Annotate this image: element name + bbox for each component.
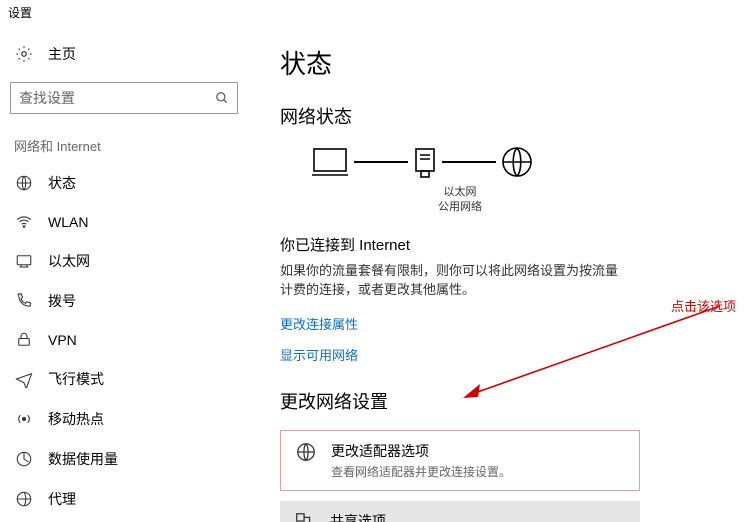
diagram-line bbox=[354, 161, 408, 163]
hotspot-icon bbox=[14, 410, 34, 428]
search-input[interactable] bbox=[19, 90, 215, 106]
nav-label: 状态 bbox=[48, 173, 76, 193]
connected-desc: 如果你的流量套餐有限制，则你可以将此网络设置为按流量计费的连接，或者更改其他属性… bbox=[280, 261, 630, 300]
adapter-options-row[interactable]: 更改适配器选项 查看网络适配器并更改连接设置。 bbox=[280, 430, 640, 491]
network-status-heading: 网络状态 bbox=[280, 103, 640, 129]
link-show-avail[interactable]: 显示可用网络 bbox=[280, 345, 358, 364]
vpn-icon bbox=[14, 331, 34, 349]
sidebar: 主页 网络和 Internet 状态 WLAN 以太网 拨号 V bbox=[0, 24, 265, 522]
home-label: 主页 bbox=[48, 44, 76, 64]
gear-icon bbox=[14, 45, 34, 63]
phone-icon bbox=[14, 292, 34, 310]
nav-label: 以太网 bbox=[48, 251, 90, 271]
diagram-label: 以太网 公用网络 bbox=[280, 185, 640, 216]
link-conn-props[interactable]: 更改连接属性 bbox=[280, 314, 358, 333]
home-button[interactable]: 主页 bbox=[10, 34, 265, 82]
nav-label: WLAN bbox=[48, 214, 88, 230]
nav-airplane[interactable]: 飞行模式 bbox=[10, 359, 265, 399]
adapter-title: 更改适配器选项 bbox=[331, 441, 511, 461]
router-icon bbox=[412, 145, 438, 179]
nav-vpn[interactable]: VPN bbox=[10, 321, 265, 359]
nav-label: 飞行模式 bbox=[48, 369, 104, 389]
page-title: 状态 bbox=[280, 44, 640, 81]
change-net-heading: 更改网络设置 bbox=[280, 388, 640, 414]
airplane-icon bbox=[14, 370, 34, 388]
window-title: 设置 bbox=[8, 4, 32, 21]
nav-label: 拨号 bbox=[48, 291, 76, 311]
wifi-icon bbox=[14, 213, 34, 231]
nav-label: 移动热点 bbox=[48, 409, 104, 429]
nav-dialup[interactable]: 拨号 bbox=[10, 281, 265, 321]
proxy-icon bbox=[14, 490, 34, 508]
adapter-desc: 查看网络适配器并更改连接设置。 bbox=[331, 463, 511, 480]
data-icon bbox=[14, 450, 34, 468]
category-label: 网络和 Internet bbox=[10, 136, 265, 163]
globe-icon bbox=[14, 174, 34, 192]
content-pane: 状态 网络状态 以太网 公用网络 你已连接到 Internet 如果你的流量套餐… bbox=[280, 24, 640, 522]
nav-label: 代理 bbox=[48, 489, 76, 509]
share-icon bbox=[294, 511, 316, 522]
search-box[interactable] bbox=[10, 82, 238, 114]
nav-hotspot[interactable]: 移动热点 bbox=[10, 399, 265, 439]
computer-icon bbox=[310, 145, 350, 179]
nav-label: 数据使用量 bbox=[48, 449, 118, 469]
nav-label: VPN bbox=[48, 332, 77, 348]
ethernet-icon bbox=[14, 252, 34, 270]
nav-wlan[interactable]: WLAN bbox=[10, 203, 265, 241]
annotation-text: 点击该选项 bbox=[671, 296, 736, 315]
nav-status[interactable]: 状态 bbox=[10, 163, 265, 203]
globe-large-icon bbox=[500, 145, 534, 179]
adapter-icon bbox=[295, 441, 317, 463]
nav-datausage[interactable]: 数据使用量 bbox=[10, 439, 265, 479]
nav-proxy[interactable]: 代理 bbox=[10, 479, 265, 519]
network-diagram bbox=[310, 145, 640, 179]
connected-title: 你已连接到 Internet bbox=[280, 234, 640, 255]
nav-ethernet[interactable]: 以太网 bbox=[10, 241, 265, 281]
diagram-line bbox=[442, 161, 496, 163]
share-options-row[interactable]: 共享选项 根据所连接到的网络，决定要共享的内容。 bbox=[280, 501, 640, 522]
search-icon bbox=[215, 91, 229, 105]
share-title: 共享选项 bbox=[330, 511, 558, 522]
